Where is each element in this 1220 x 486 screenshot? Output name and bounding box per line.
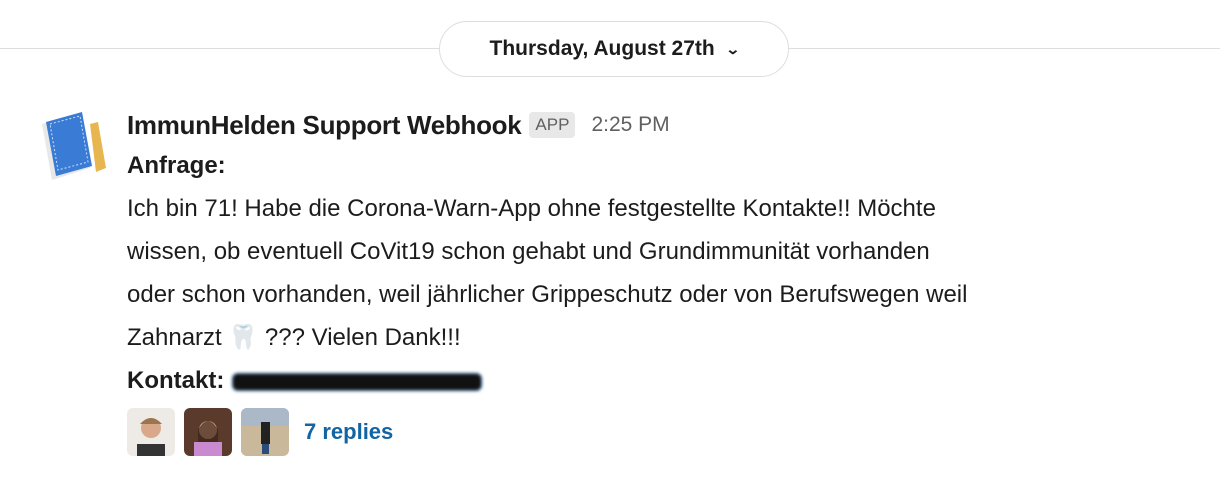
app-avatar-notebook-icon[interactable] xyxy=(38,110,110,182)
replier-avatar xyxy=(184,408,232,456)
replies-link[interactable]: 7 replies xyxy=(304,419,393,445)
message: ImmunHelden Support Webhook APP 2:25 PM … xyxy=(127,106,1187,456)
date-jump-button[interactable]: Thursday, August 27th ⌄ xyxy=(439,21,789,77)
request-label: Anfrage: xyxy=(127,152,226,179)
message-body-line: Ich bin 71! Habe die Corona-Warn-App ohn… xyxy=(127,195,936,222)
redacted-email-link[interactable] xyxy=(232,372,483,391)
thread-replies[interactable]: 7 replies xyxy=(127,408,1187,456)
message-body-line: Zahnarzt 🦷 ??? Vielen Dank!!! xyxy=(127,324,461,351)
replier-avatar xyxy=(127,408,175,456)
contact-label: Kontakt: xyxy=(127,367,225,394)
app-badge: APP xyxy=(529,112,576,138)
message-body-line: wissen, ob eventuell CoVit19 schon gehab… xyxy=(127,238,930,265)
timestamp[interactable]: 2:25 PM xyxy=(591,113,669,137)
date-label: Thursday, August 27th xyxy=(489,37,715,60)
replier-avatar xyxy=(241,408,289,456)
chevron-down-icon: ⌄ xyxy=(724,40,741,57)
message-body-line: oder schon vorhanden, weil jährlicher Gr… xyxy=(127,281,968,308)
sender-name[interactable]: ImmunHelden Support Webhook xyxy=(127,110,522,141)
